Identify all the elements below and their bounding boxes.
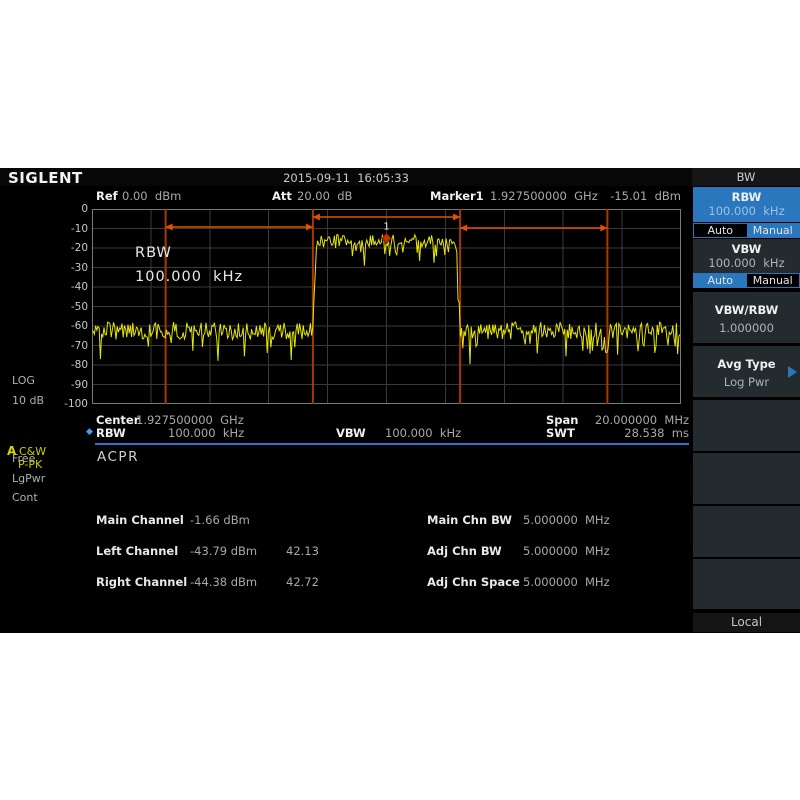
center-label: Center (96, 413, 139, 427)
vbw-rbw-value: 1.000000 (693, 317, 800, 335)
softkey-sidebar: BW RBW 100.000 kHz Auto Manual VBW 100.0… (692, 168, 800, 633)
top-bar: SIGLENT 2015-09-11 16:05:33 (0, 168, 800, 186)
acpr-row-value: -1.66 dBm (190, 513, 286, 527)
plot-overlay-rbw-value: 100.000 kHz (135, 269, 243, 285)
vbw-footer-value: 100.000 kHz (385, 426, 461, 440)
softkey-blank-4[interactable] (693, 559, 800, 609)
rbw-softkey-label: RBW (693, 187, 800, 204)
span-value: 20.000000 MHz (561, 413, 689, 427)
rbw-footer-value: 100.000 kHz (168, 426, 244, 440)
acpr-left-table: Main Channel-1.66 dBm Left Channel-43.79 … (96, 509, 319, 602)
status-scale: 10 dB (12, 394, 44, 407)
vbw-rbw-ratio-softkey[interactable]: VBW/RBW 1.000000 (693, 292, 800, 343)
rbw-manual-option[interactable]: Manual (747, 224, 800, 237)
avg-type-label: Avg Type (693, 346, 800, 371)
status-log: LOG (12, 374, 35, 387)
acpr-row-value: 5.000000 (523, 575, 585, 589)
acpr-row-unit: MHz (585, 575, 610, 589)
acpr-row-label: Main Chn BW (427, 513, 523, 527)
datetime: 2015-09-11 16:05:33 (0, 171, 692, 185)
trace-letter-badge: A (7, 444, 16, 458)
acpr-row-ratio: 42.72 (286, 575, 319, 589)
acpr-title: ACPR (97, 449, 139, 465)
acpr-row-value: -44.38 dBm (190, 575, 286, 589)
center-value: 1.927500000 GHz (136, 413, 244, 427)
rbw-auto-option[interactable]: Auto (694, 224, 747, 237)
trace-mode-badge: C&W (19, 445, 46, 458)
vbw-footer-label: VBW (336, 426, 366, 440)
acpr-row-unit: MHz (585, 544, 610, 558)
y-tick-label: -20 (50, 242, 88, 254)
menu-title: BW (692, 168, 800, 186)
acpr-row-label: Main Channel (96, 513, 190, 527)
avg-type-softkey[interactable]: Avg Type Log Pwr (693, 346, 800, 397)
local-button[interactable]: Local (693, 613, 800, 632)
acpr-separator (95, 443, 689, 445)
acpr-row-value: 5.000000 (523, 513, 585, 527)
rbw-auto-manual-toggle: Auto Manual (693, 223, 800, 238)
vbw-rbw-label: VBW/RBW (693, 292, 800, 317)
y-tick-label: -10 (50, 223, 88, 235)
y-tick-label: -90 (50, 379, 88, 391)
acpr-row-value: -43.79 dBm (190, 544, 286, 558)
rbw-footer-label: RBW (96, 426, 126, 440)
status-sweep: Cont (12, 491, 38, 504)
page: SIGLENT 2015-09-11 16:05:33 LOG 10 dB Fr… (0, 0, 800, 800)
softkey-blank-1[interactable] (693, 400, 800, 451)
y-tick-label: -50 (50, 301, 88, 313)
acpr-row-label: Right Channel (96, 575, 190, 589)
avg-type-value: Log Pwr (693, 371, 800, 389)
vbw-auto-manual-toggle: Auto Manual (693, 273, 800, 288)
marker-1-diamond-icon (382, 233, 391, 243)
vbw-softkey-label: VBW (693, 239, 800, 256)
vbw-manual-option[interactable]: Manual (747, 274, 800, 287)
acpr-row: Adj Chn BW5.000000MHz (427, 540, 610, 553)
acpr-row: Adj Chn Space5.000000MHz (427, 571, 610, 584)
swt-value: 28.538 ms (561, 426, 689, 440)
acpr-right-table: Main Chn BW5.000000MHzAdj Chn BW5.000000… (427, 509, 610, 602)
acpr-row: Main Channel-1.66 dBm (96, 509, 319, 522)
acpr-row: Main Chn BW5.000000MHz (427, 509, 610, 522)
acpr-row-label: Adj Chn Space (427, 575, 523, 589)
analyzer-screen: SIGLENT 2015-09-11 16:05:33 LOG 10 dB Fr… (0, 168, 800, 633)
y-tick-label: 0 (50, 203, 88, 215)
detector-badge: P-PK (18, 458, 42, 471)
marker-1-number: 1 (383, 221, 389, 232)
softkey-blank-2[interactable] (693, 453, 800, 504)
y-tick-label: -40 (50, 281, 88, 293)
y-tick-label: -60 (50, 320, 88, 332)
rbw-softkey[interactable]: RBW 100.000 kHz (693, 187, 800, 222)
y-tick-label: -30 (50, 262, 88, 274)
acpr-row-value: 5.000000 (523, 544, 585, 558)
softkey-blank-3[interactable] (693, 506, 800, 557)
marker-diamond-icon: ◆ (86, 427, 93, 437)
acpr-row: Right Channel-44.38 dBm42.72 (96, 571, 319, 584)
status-power: LgPwr (12, 472, 45, 485)
marker-amplitude: -15.01 dBm (0, 189, 681, 203)
vbw-softkey-value: 100.000 kHz (693, 256, 800, 270)
spectrum-chart: 1 (92, 209, 681, 404)
acpr-row: Left Channel-43.79 dBm42.13 (96, 540, 319, 553)
y-tick-label: -100 (50, 398, 88, 410)
rbw-softkey-value: 100.000 kHz (693, 204, 800, 218)
submenu-arrow-icon (788, 366, 797, 378)
vbw-auto-option[interactable]: Auto (694, 274, 747, 287)
y-tick-label: -80 (50, 359, 88, 371)
acpr-row-ratio: 42.13 (286, 544, 319, 558)
vbw-softkey[interactable]: VBW 100.000 kHz (693, 239, 800, 273)
plot-overlay-rbw-label: RBW (135, 245, 172, 261)
acpr-row-label: Left Channel (96, 544, 190, 558)
y-tick-label: -70 (50, 340, 88, 352)
acpr-row-label: Adj Chn BW (427, 544, 523, 558)
acpr-row-unit: MHz (585, 513, 610, 527)
spectrum-plot: 1 RBW 100.000 kHz (92, 209, 681, 404)
